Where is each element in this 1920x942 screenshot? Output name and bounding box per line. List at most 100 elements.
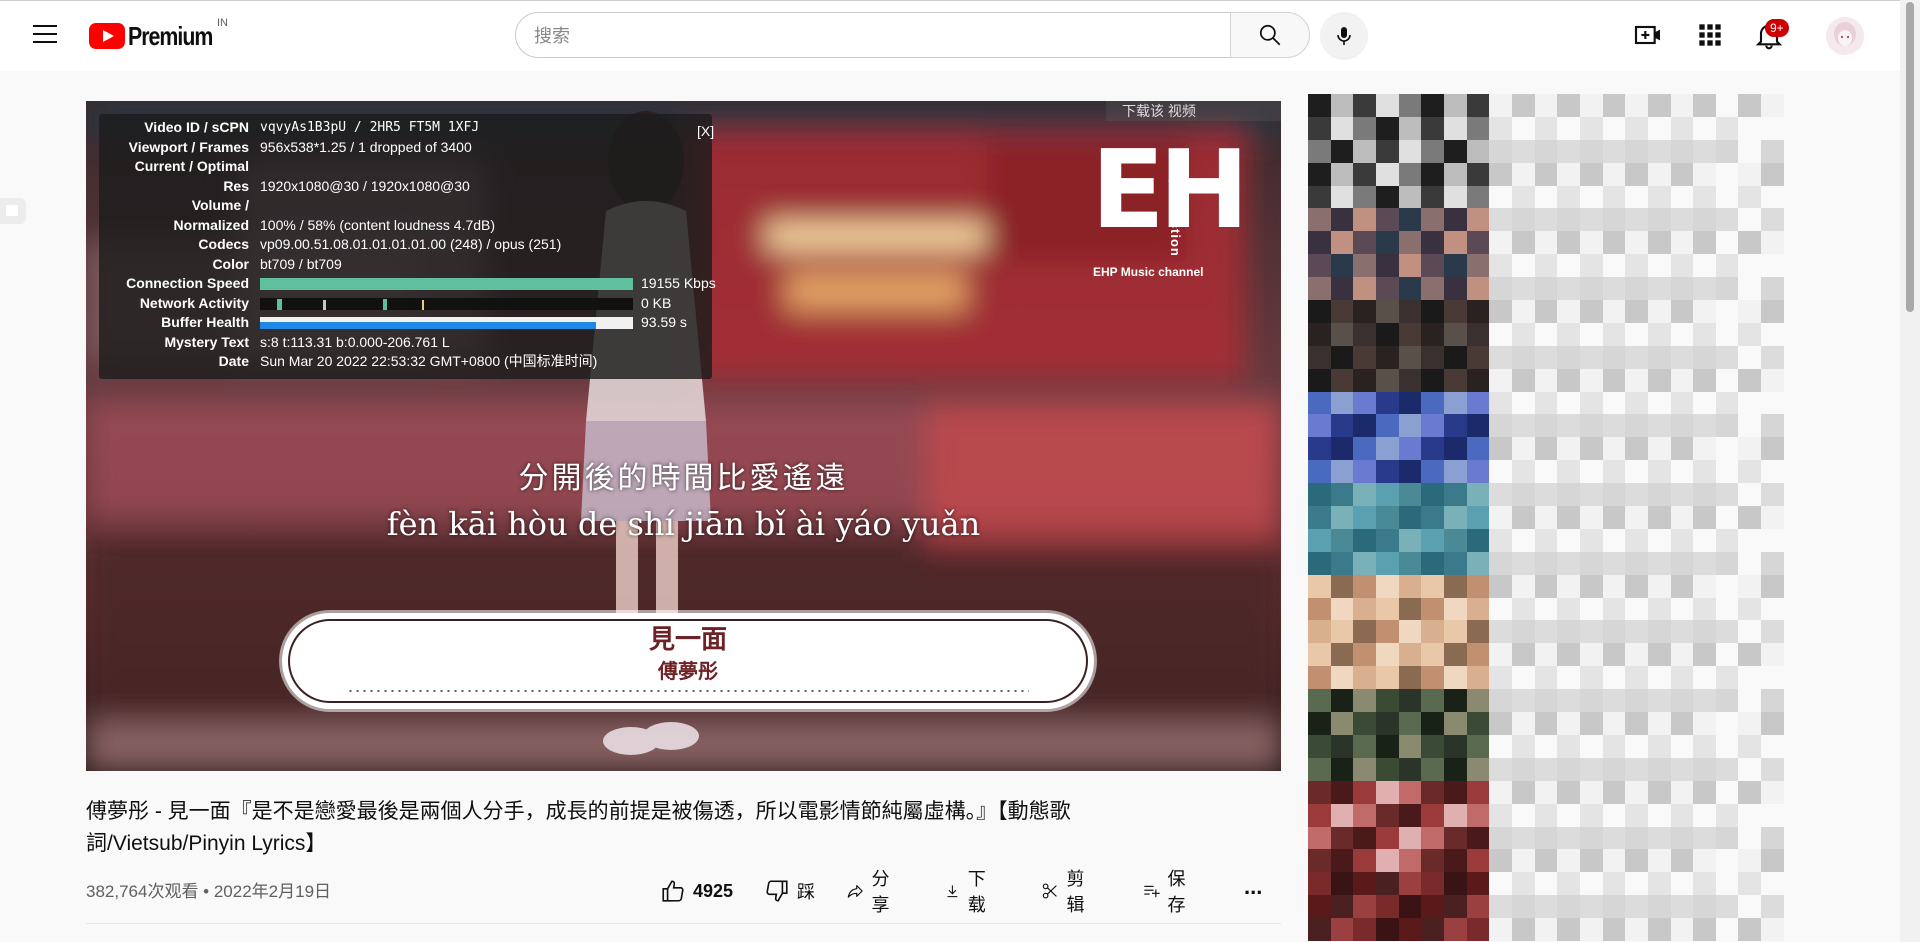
mosaic-pixel: [1625, 94, 1648, 117]
mosaic-pixel: [1330, 872, 1354, 896]
mosaic-pixel: [1375, 437, 1399, 461]
mosaic-pixel: [1693, 643, 1716, 667]
mosaic-pixel: [1308, 780, 1331, 804]
mosaic-pixel: [1670, 597, 1694, 621]
mosaic-pixel: [1738, 162, 1762, 186]
mosaic-pixel: [1466, 231, 1490, 255]
stat-value: 100% / 58% (content loudness 4.7dB): [260, 217, 496, 233]
mosaic-pixel: [1398, 185, 1422, 209]
mosaic-pixel: [1421, 277, 1444, 301]
more-actions-button[interactable]: ...: [1244, 870, 1262, 904]
mosaic-pixel: [1353, 391, 1376, 415]
like-button[interactable]: 4925: [660, 874, 733, 908]
search-input[interactable]: [532, 13, 1216, 59]
mosaic-pixel: [1353, 254, 1376, 278]
video-title: 傅夢彤 - 見一面『是不是戀愛最後是兩個人分手，成長的前提是被傷透，所以電影情節…: [86, 800, 1071, 855]
mosaic-pixel: [1308, 437, 1331, 461]
mosaic-pixel: [1579, 757, 1603, 781]
mosaic-pixel: [1375, 666, 1399, 690]
mosaic-pixel: [1534, 300, 1558, 323]
mosaic-pixel: [1511, 139, 1535, 163]
menu-icon[interactable]: [33, 25, 57, 45]
mosaic-pixel: [1375, 345, 1399, 369]
mosaic-pixel: [1511, 483, 1535, 507]
mosaic-pixel: [1421, 780, 1444, 804]
mosaic-pixel: [1625, 368, 1648, 392]
stats-for-nerds-panel: [X] Video ID / sCPN vqvyAs1B3pU / 2HR5 F…: [99, 114, 716, 379]
mosaic-pixel: [1489, 689, 1512, 713]
mosaic-pixel: [1738, 460, 1762, 484]
mosaic-pixel: [1466, 116, 1490, 140]
mosaic-pixel: [1443, 300, 1467, 323]
mosaic-pixel: [1421, 689, 1444, 713]
lyric-line-chinese: 分開後的時間比愛遙遠: [518, 461, 849, 496]
mosaic-pixel: [1375, 918, 1399, 941]
stat-key: Codecs: [198, 236, 249, 252]
apps-grid-icon[interactable]: [1694, 19, 1726, 51]
mosaic-pixel: [1579, 277, 1603, 301]
mosaic-pixel: [1557, 574, 1580, 598]
mosaic-pixel: [1489, 277, 1512, 301]
stat-row: Buffer Health 93.59 s: [99, 313, 712, 332]
mosaic-pixel: [1489, 666, 1512, 690]
connection-speed-fill: [260, 278, 633, 290]
mosaic-pixel: [1761, 414, 1784, 438]
mosaic-pixel: [1693, 94, 1716, 117]
mosaic-pixel: [1511, 872, 1535, 896]
mosaic-pixel: [1761, 712, 1784, 735]
download-video-banner[interactable]: 下载该 视频: [1106, 101, 1281, 121]
save-button[interactable]: 保存: [1142, 869, 1193, 915]
mosaic-pixel: [1466, 185, 1490, 209]
song-artist: 傅夢彤: [658, 659, 718, 683]
avatar[interactable]: [1826, 17, 1864, 55]
mosaic-pixel: [1511, 918, 1535, 941]
stat-key: Volume /: [191, 197, 249, 213]
scrollbar-thumb[interactable]: [1906, 2, 1914, 312]
mosaic-pixel: [1602, 254, 1626, 278]
side-tab-handle[interactable]: [0, 198, 26, 224]
mosaic-pixel: [1330, 391, 1354, 415]
mosaic-pixel: [1647, 185, 1671, 209]
mosaic-pixel: [1579, 712, 1603, 735]
create-video-icon[interactable]: [1632, 19, 1664, 51]
youtube-premium-logo[interactable]: Premium: [89, 21, 231, 51]
mosaic-pixel: [1421, 918, 1444, 941]
mosaic-pixel: [1443, 712, 1467, 735]
mosaic-pixel: [1534, 620, 1558, 644]
download-button[interactable]: 下载: [944, 869, 993, 915]
stats-close-button[interactable]: [X]: [697, 123, 714, 139]
mosaic-pixel: [1330, 528, 1354, 552]
mosaic-pixel: [1398, 483, 1422, 507]
mosaic-pixel: [1398, 666, 1422, 690]
mosaic-pixel: [1398, 643, 1422, 667]
mosaic-pixel: [1466, 734, 1490, 758]
clip-button[interactable]: 剪辑: [1041, 869, 1092, 915]
mosaic-pixel: [1375, 734, 1399, 758]
mosaic-pixel: [1466, 414, 1490, 438]
mosaic-pixel: [1421, 803, 1444, 827]
mosaic-pixel: [1308, 918, 1331, 941]
stat-key: Viewport / Frames: [128, 139, 249, 155]
mosaic-pixel: [1489, 551, 1512, 575]
mosaic-pixel: [1761, 231, 1784, 255]
video-player[interactable]: 下载该 视频 EH production EHP Music channel 分…: [86, 101, 1281, 771]
mosaic-pixel: [1715, 460, 1739, 484]
mosaic-pixel: [1761, 803, 1784, 827]
mosaic-pixel: [1738, 849, 1762, 873]
mosaic-pixel: [1421, 826, 1444, 850]
voice-search-button[interactable]: [1320, 12, 1368, 60]
song-title: 見一面: [648, 625, 727, 655]
mosaic-pixel: [1443, 391, 1467, 415]
mosaic-pixel: [1466, 551, 1490, 575]
page-scrollbar[interactable]: [1900, 0, 1920, 942]
mosaic-pixel: [1353, 345, 1376, 369]
mosaic-pixel: [1421, 185, 1444, 209]
search-button[interactable]: [1230, 12, 1310, 58]
mosaic-pixel: [1330, 231, 1354, 255]
more-icon: ...: [1244, 874, 1263, 899]
mosaic-pixel: [1738, 574, 1762, 598]
dislike-button[interactable]: 踩: [764, 874, 815, 908]
share-button[interactable]: 分享: [846, 869, 897, 915]
mosaic-pixel: [1579, 162, 1603, 186]
mosaic-pixel: [1330, 277, 1354, 301]
